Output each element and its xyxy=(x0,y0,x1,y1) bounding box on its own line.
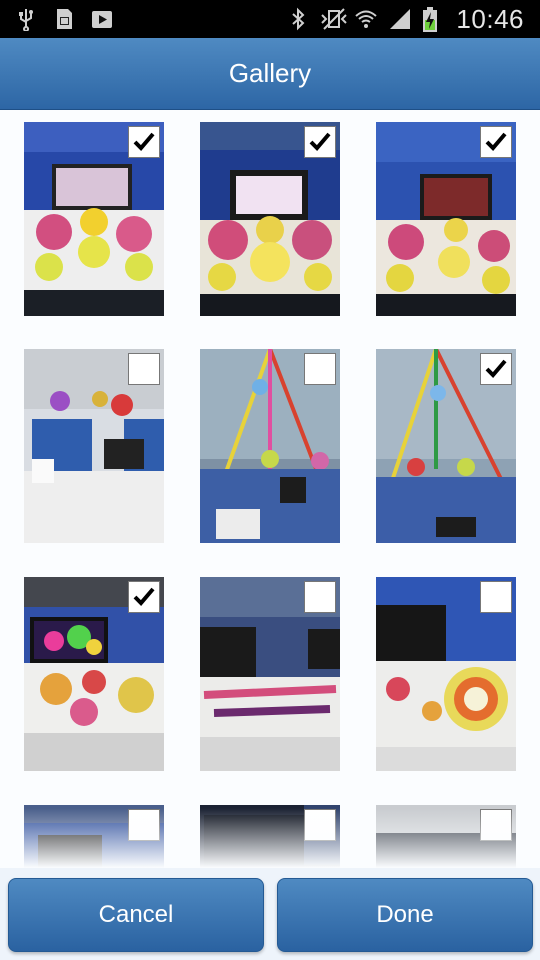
photo-thumbnail[interactable] xyxy=(376,122,516,316)
photo-thumbnail[interactable] xyxy=(200,805,340,868)
photo-thumbnail[interactable] xyxy=(200,349,340,543)
photo-select-checkbox[interactable] xyxy=(480,809,512,841)
photo-select-checkbox[interactable] xyxy=(480,126,512,158)
sd-card-icon xyxy=(52,7,76,31)
photo-thumbnail[interactable] xyxy=(24,122,164,316)
status-clock: 10:46 xyxy=(456,3,524,34)
check-icon xyxy=(133,132,155,151)
done-button[interactable]: Done xyxy=(277,878,533,952)
signal-icon xyxy=(388,7,412,31)
photo-thumbnail[interactable] xyxy=(200,122,340,316)
photo-select-checkbox[interactable] xyxy=(304,581,336,613)
action-bar: Gallery xyxy=(0,38,540,110)
check-icon xyxy=(133,587,155,606)
photo-thumbnail[interactable] xyxy=(24,805,164,868)
photo-select-checkbox[interactable] xyxy=(128,809,160,841)
battery-charging-icon xyxy=(422,7,446,32)
photo-thumbnail[interactable] xyxy=(200,577,340,771)
bluetooth-icon xyxy=(286,7,310,31)
photo-select-checkbox[interactable] xyxy=(128,126,160,158)
usb-icon xyxy=(14,7,38,32)
photo-thumbnail[interactable] xyxy=(24,349,164,543)
photo-select-checkbox[interactable] xyxy=(480,353,512,385)
photo-thumbnail[interactable] xyxy=(376,577,516,771)
vibrate-icon xyxy=(320,7,348,31)
photo-thumbnail[interactable] xyxy=(376,805,516,868)
photo-thumbnail[interactable] xyxy=(376,349,516,543)
photo-grid[interactable] xyxy=(0,110,540,868)
photo-select-checkbox[interactable] xyxy=(128,353,160,385)
photo-select-checkbox[interactable] xyxy=(480,581,512,613)
wifi-icon xyxy=(354,7,378,31)
status-bar: 10:46 xyxy=(0,0,540,38)
check-icon xyxy=(485,132,507,151)
check-icon xyxy=(485,359,507,378)
photo-select-checkbox[interactable] xyxy=(128,581,160,613)
photo-select-checkbox[interactable] xyxy=(304,126,336,158)
cancel-button[interactable]: Cancel xyxy=(8,878,264,952)
photo-thumbnail[interactable] xyxy=(24,577,164,771)
play-store-icon xyxy=(90,7,114,31)
photo-select-checkbox[interactable] xyxy=(304,353,336,385)
photo-select-checkbox[interactable] xyxy=(304,809,336,841)
bottom-bar: Cancel Done xyxy=(0,868,540,960)
page-title: Gallery xyxy=(228,58,312,88)
check-icon xyxy=(309,132,331,151)
